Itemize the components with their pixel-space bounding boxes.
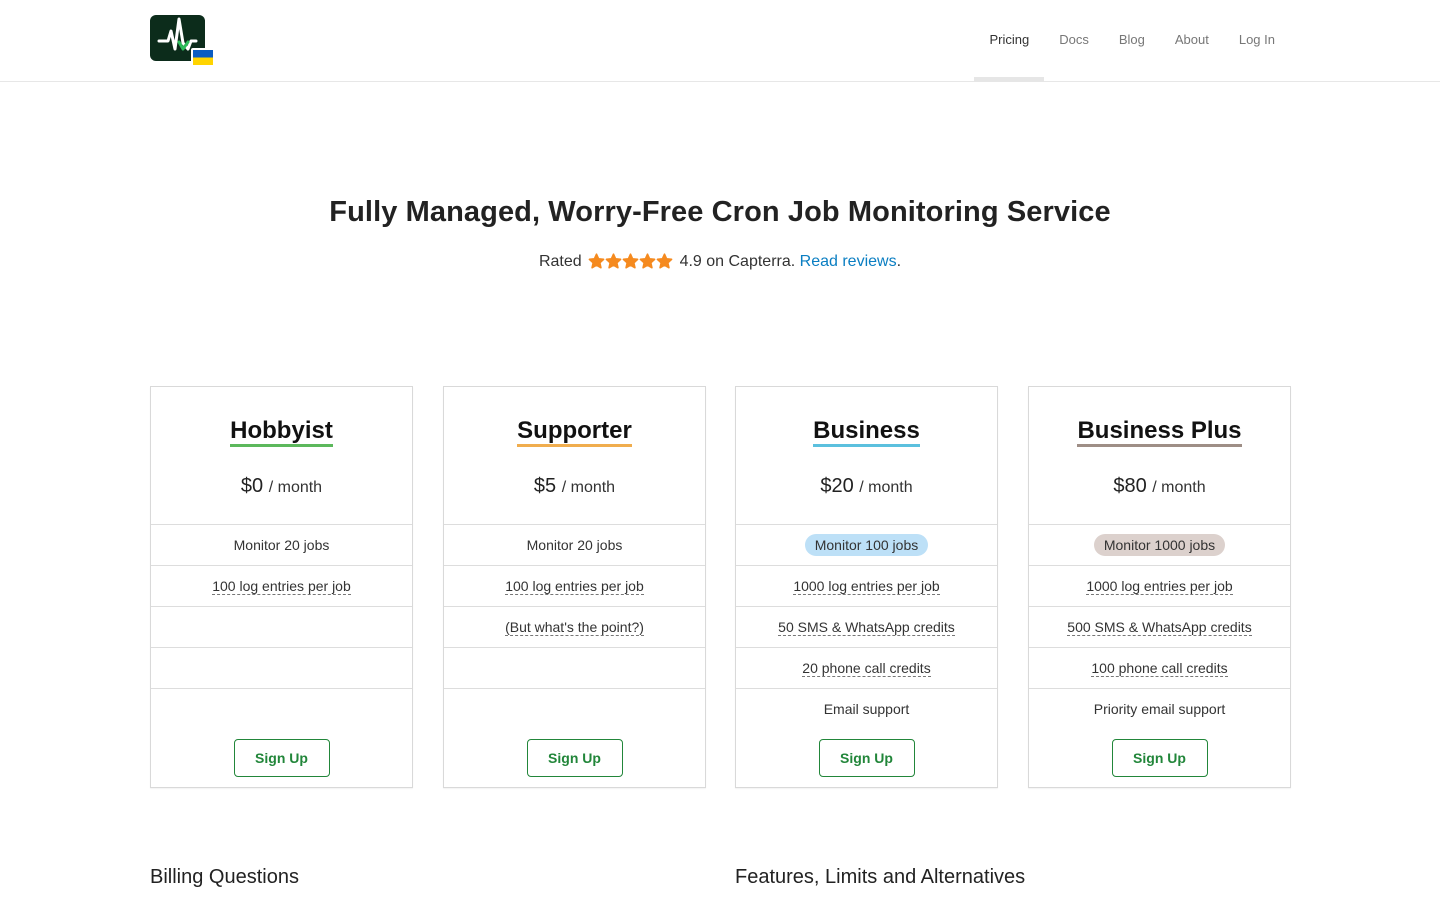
- plan-support: Email support: [823, 701, 910, 717]
- plan-footer: Priority email support Sign Up: [1029, 689, 1290, 787]
- top-navbar: Pricing Docs Blog About Log In: [0, 0, 1440, 82]
- plan-feature: Monitor 1000 jobs: [1093, 534, 1226, 556]
- plan-card-business-plus: Business Plus $80 / month Monitor 1000 job…: [1028, 386, 1291, 788]
- plan-name: Business: [813, 418, 920, 447]
- plan-feature[interactable]: 100 phone call credits: [1091, 660, 1228, 677]
- plan-feature-row: 1000 log entries per job: [736, 566, 997, 607]
- features-heading: Features, Limits and Alternatives: [735, 866, 1026, 888]
- plan-feature[interactable]: 1000 log entries per job: [793, 578, 940, 595]
- nav-log-in[interactable]: Log In: [1224, 0, 1290, 81]
- plan-feature-row: 20 phone call credits: [736, 648, 997, 689]
- plan-feature-row: Monitor 20 jobs: [151, 525, 412, 566]
- plan-feature[interactable]: 100 log entries per job: [212, 578, 351, 595]
- price-amount: $5: [533, 475, 557, 497]
- star-icon: [588, 253, 605, 269]
- rating-score: 4.9 on Capterra.: [679, 253, 796, 270]
- plan-name: Hobbyist: [230, 418, 333, 447]
- plan-feature[interactable]: 100 log entries per job: [505, 578, 644, 595]
- plan-feature-row: Monitor 1000 jobs: [1029, 525, 1290, 566]
- plan-footer: Sign Up: [444, 689, 705, 787]
- price-amount: $0: [240, 475, 264, 497]
- price-amount: $80: [1113, 475, 1147, 497]
- price-amount: $20: [820, 475, 854, 497]
- plan-price: $20 / month: [736, 475, 997, 498]
- plan-header: Hobbyist $0 / month: [151, 387, 412, 525]
- plan-price: $80 / month: [1029, 475, 1290, 498]
- billing-questions-heading: Billing Questions: [150, 866, 299, 888]
- star-icon: [605, 253, 622, 269]
- plan-feature[interactable]: 50 SMS & WhatsApp credits: [778, 619, 955, 636]
- plan-feature-row: 1000 log entries per job: [1029, 566, 1290, 607]
- plan-feature: Monitor 20 jobs: [233, 537, 330, 553]
- plan-footer: Email support Sign Up: [736, 689, 997, 787]
- plan-feature-row: 100 log entries per job: [444, 566, 705, 607]
- plan-header: Business $20 / month: [736, 387, 997, 525]
- star-icon: [656, 253, 673, 269]
- pulse-logo-icon: [150, 15, 215, 67]
- sign-up-button[interactable]: Sign Up: [1111, 739, 1208, 777]
- nav-about[interactable]: About: [1160, 0, 1224, 81]
- rating-stars: [588, 253, 673, 274]
- plan-feature-row: 100 log entries per job: [151, 566, 412, 607]
- plan-footer: Sign Up: [151, 689, 412, 787]
- nav-docs[interactable]: Docs: [1044, 0, 1104, 81]
- plan-support: Priority email support: [1093, 701, 1226, 717]
- plan-price: $0 / month: [151, 475, 412, 498]
- plan-feature-row: Monitor 20 jobs: [444, 525, 705, 566]
- plan-feature-row: [444, 648, 705, 689]
- plan-feature-row: Monitor 100 jobs: [736, 525, 997, 566]
- plan-feature-row: [151, 648, 412, 689]
- plan-feature[interactable]: (But what's the point?): [505, 619, 644, 636]
- main-nav: Pricing Docs Blog About Log In: [974, 0, 1290, 82]
- sign-up-button[interactable]: Sign Up: [233, 739, 330, 777]
- sign-up-button[interactable]: Sign Up: [818, 739, 915, 777]
- ukraine-flag-icon: [191, 48, 215, 67]
- rating-line: Rated 4.9 on Capterra. Read reviews.: [0, 253, 1440, 274]
- page-title: Fully Managed, Worry-Free Cron Job Monit…: [329, 196, 1111, 228]
- price-period: / month: [859, 479, 913, 496]
- plan-card-hobbyist: Hobbyist $0 / month Monitor 20 jobs 100 log…: [150, 386, 413, 788]
- rating-suffix: .: [896, 253, 902, 270]
- plan-card-supporter: Supporter $5 / month Monitor 20 jobs 100 lo…: [443, 386, 706, 788]
- plan-card-business: Business $20 / month Monitor 100 jobs 1000 …: [735, 386, 998, 788]
- plan-feature: Monitor 20 jobs: [526, 537, 623, 553]
- plan-header: Business Plus $80 / month: [1029, 387, 1290, 525]
- logo[interactable]: [150, 15, 216, 67]
- plan-feature-row: 100 phone call credits: [1029, 648, 1290, 689]
- plan-feature[interactable]: 20 phone call credits: [802, 660, 931, 677]
- plan-header: Supporter $5 / month: [444, 387, 705, 525]
- plan-feature-row: 500 SMS & WhatsApp credits: [1029, 607, 1290, 648]
- plan-feature-row: (But what's the point?): [444, 607, 705, 648]
- rating-prefix: Rated: [538, 253, 582, 270]
- sign-up-button[interactable]: Sign Up: [526, 739, 623, 777]
- pricing-plans: Hobbyist $0 / month Monitor 20 jobs 100 log…: [150, 386, 1291, 788]
- price-period: / month: [268, 479, 323, 496]
- plan-feature: Monitor 100 jobs: [804, 534, 929, 556]
- price-period: / month: [561, 479, 616, 496]
- plan-name: Business Plus: [1077, 418, 1242, 447]
- star-icon: [622, 253, 639, 269]
- price-period: / month: [1152, 479, 1206, 496]
- plan-price: $5 / month: [444, 475, 705, 498]
- plan-feature-row: 50 SMS & WhatsApp credits: [736, 607, 997, 648]
- read-reviews-link[interactable]: Read reviews: [800, 253, 897, 270]
- plan-feature-row: [151, 607, 412, 648]
- nav-blog[interactable]: Blog: [1104, 0, 1160, 81]
- plan-name: Supporter: [517, 418, 632, 447]
- plan-feature[interactable]: 500 SMS & WhatsApp credits: [1067, 619, 1252, 636]
- plan-feature[interactable]: 1000 log entries per job: [1086, 578, 1233, 595]
- star-icon: [639, 253, 656, 269]
- nav-pricing[interactable]: Pricing: [974, 0, 1044, 82]
